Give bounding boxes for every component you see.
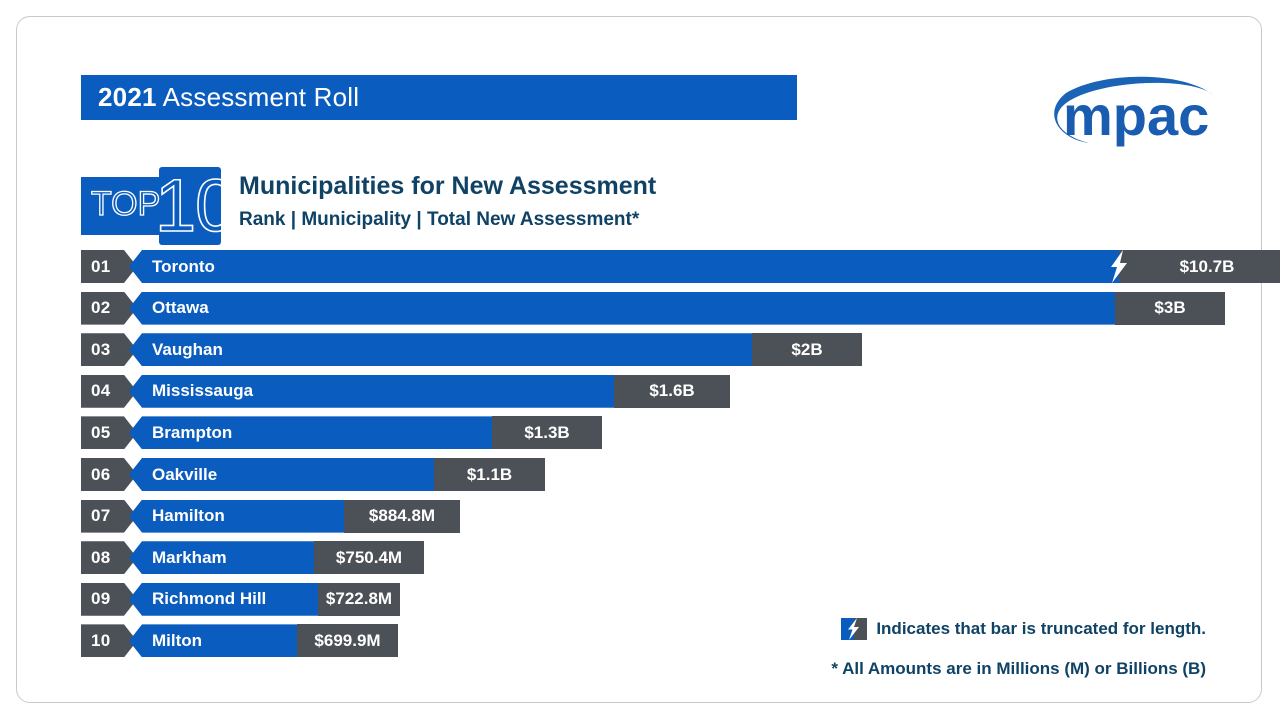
municipality-label: Vaughan [152, 339, 223, 359]
value-label: $750.4M [335, 547, 403, 567]
municipality-label: Hamilton [152, 506, 225, 526]
value-label: $884.8M [368, 506, 436, 526]
value-label: $2B [791, 339, 823, 359]
municipality-label: Toronto [152, 256, 215, 276]
municipality-label: Markham [152, 547, 227, 567]
heading-block: Municipalities for New Assessment Rank |… [239, 171, 879, 233]
poster-card: 2021 Assessment Roll mpac TOP 10 Municip… [16, 16, 1280, 703]
value-bar: Markham [129, 541, 314, 575]
bar-chart: 01 Toronto $10.7B 02 Ottawa $3B 03 Vaughan $2B 04… [81, 250, 1280, 658]
rank-number: 04 [91, 381, 111, 401]
amounts-note-text: * All Amounts are in Millions (M) or Bil… [831, 659, 1206, 678]
mpac-logo: mpac [1033, 73, 1223, 159]
value-label: $1.6B [649, 381, 695, 401]
rank-number: 03 [91, 339, 111, 359]
rank-badge: 05 [81, 416, 137, 450]
truncation-note-line: Indicates that bar is truncated for leng… [776, 617, 1206, 641]
value-label: $699.9M [314, 630, 381, 650]
rank-badge: 07 [81, 499, 137, 533]
badge-ten-label: 10 [154, 164, 237, 247]
rank-number: 08 [91, 547, 111, 567]
title-rest: Assessment Roll [156, 82, 360, 112]
rank-badge: 06 [81, 458, 137, 491]
value-box: $750.4M [314, 541, 424, 575]
rank-number: 05 [91, 422, 111, 442]
truncation-note-text: Indicates that bar is truncated for leng… [876, 619, 1206, 638]
value-label: $10.7B [1179, 256, 1235, 276]
rank-number: 02 [91, 298, 111, 318]
municipality-label: Richmond Hill [152, 589, 267, 609]
footnotes: Indicates that bar is truncated for leng… [776, 617, 1206, 679]
page-title: 2021 Assessment Roll [81, 82, 359, 113]
rank-badge: 01 [81, 250, 137, 283]
value-box: $884.8M [344, 499, 460, 533]
rank-number: 10 [91, 630, 111, 650]
rank-badge: 10 [81, 624, 137, 658]
rank-badge: 04 [81, 374, 137, 408]
title-year: 2021 [98, 82, 157, 112]
rank-badge: 02 [81, 291, 137, 325]
value-bar: Brampton [129, 416, 492, 450]
value-label: $1.3B [524, 422, 570, 442]
value-bar: Mississauga [129, 374, 614, 408]
heading-main: Municipalities for New Assessment [239, 172, 657, 200]
top-ten-badge: TOP 10 [81, 167, 237, 245]
value-bar: Ottawa [129, 291, 1115, 325]
value-box: $2B [752, 333, 862, 367]
municipality-label: Mississauga [152, 381, 254, 401]
title-bar: 2021 Assessment Roll [81, 75, 797, 120]
lightning-bolt-icon [841, 618, 868, 640]
value-box: $3B [1115, 291, 1225, 325]
rank-badge: 08 [81, 541, 137, 575]
municipality-label: Brampton [152, 422, 233, 442]
rank-number: 01 [91, 256, 111, 276]
value-bar: Oakville [129, 458, 434, 491]
value-label: $3B [1154, 298, 1186, 318]
value-box: $1.3B [492, 416, 602, 450]
municipality-label: Oakville [152, 464, 218, 484]
value-box: $699.9M [297, 624, 398, 658]
value-bar: Toronto [129, 250, 1119, 283]
truncation-bolt-icon [1106, 250, 1132, 283]
rank-number: 09 [91, 589, 111, 609]
badge-top-label: TOP [90, 185, 161, 223]
value-box: $10.7B [1132, 250, 1280, 283]
rank-badge: 03 [81, 333, 137, 367]
rank-badge: 09 [81, 582, 137, 616]
value-bar: Vaughan [129, 333, 752, 367]
svg-text:mpac: mpac [1063, 84, 1209, 147]
heading-sub: Rank | Municipality | Total New Assessme… [239, 209, 640, 230]
value-bar: Milton [129, 624, 297, 658]
value-box: $722.8M [318, 582, 400, 616]
value-box: $1.6B [614, 374, 730, 408]
value-bar: Hamilton [129, 499, 344, 533]
value-label: $1.1B [466, 464, 513, 484]
rank-number: 07 [91, 506, 111, 526]
municipality-label: Milton [152, 630, 203, 650]
value-label: $722.8M [325, 589, 393, 609]
rank-number: 06 [91, 464, 111, 484]
value-bar: Richmond Hill [129, 582, 318, 616]
municipality-label: Ottawa [152, 298, 209, 318]
value-box: $1.1B [434, 458, 545, 491]
